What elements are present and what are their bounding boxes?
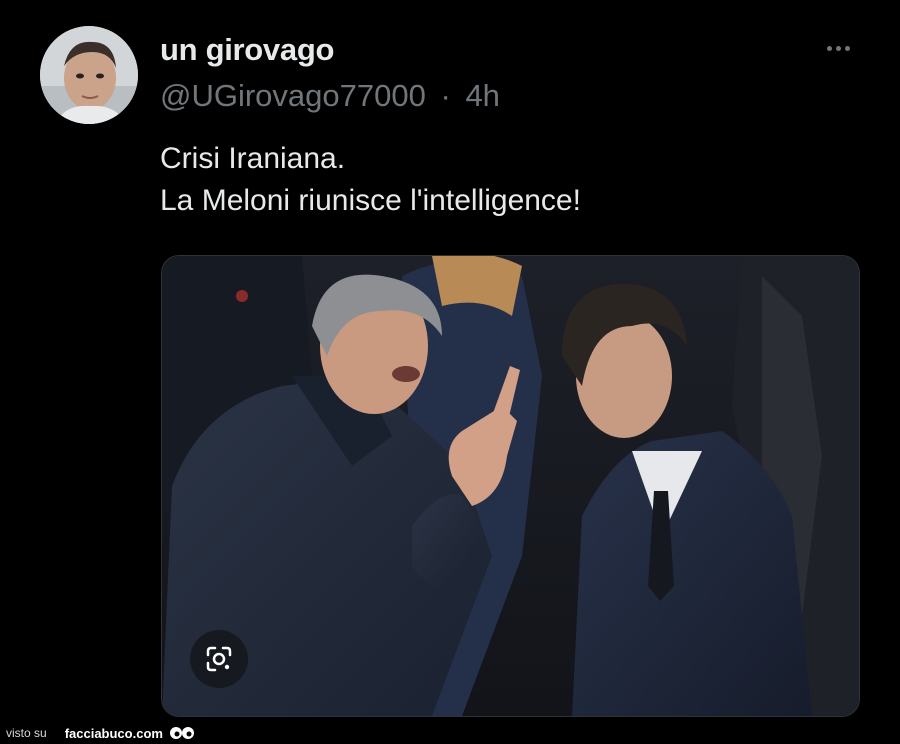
user-handle[interactable]: @UGirovago77000 — [160, 78, 426, 113]
watermark-prefix: visto su — [6, 726, 47, 740]
watermark-eyes-icon — [169, 727, 194, 739]
tweet-text-line: Crisi Iraniana. — [160, 142, 346, 175]
tweet-text-line: La Meloni riunisce l'intelligence! — [160, 184, 581, 217]
tweet-text: Crisi Iraniana. La Meloni riunisce l'int… — [160, 138, 581, 222]
watermark: visto su facciabuco.com — [6, 724, 195, 742]
watermark-site: facciabuco.com — [64, 725, 163, 741]
more-dot — [835, 45, 841, 51]
display-name[interactable]: un girovago — [160, 32, 334, 68]
tweet-timestamp[interactable]: 4h — [465, 78, 499, 113]
avatar[interactable] — [40, 26, 138, 124]
more-dot — [844, 45, 850, 51]
tweet-photo[interactable] — [161, 255, 860, 717]
tweet-meta: @UGirovago77000 · 4h — [160, 78, 500, 114]
google-lens-button[interactable] — [190, 630, 248, 688]
more-horizontal-icon — [826, 45, 832, 51]
google-lens-icon — [206, 646, 232, 672]
more-options-button[interactable] — [818, 36, 858, 60]
meta-separator: · — [440, 78, 451, 113]
